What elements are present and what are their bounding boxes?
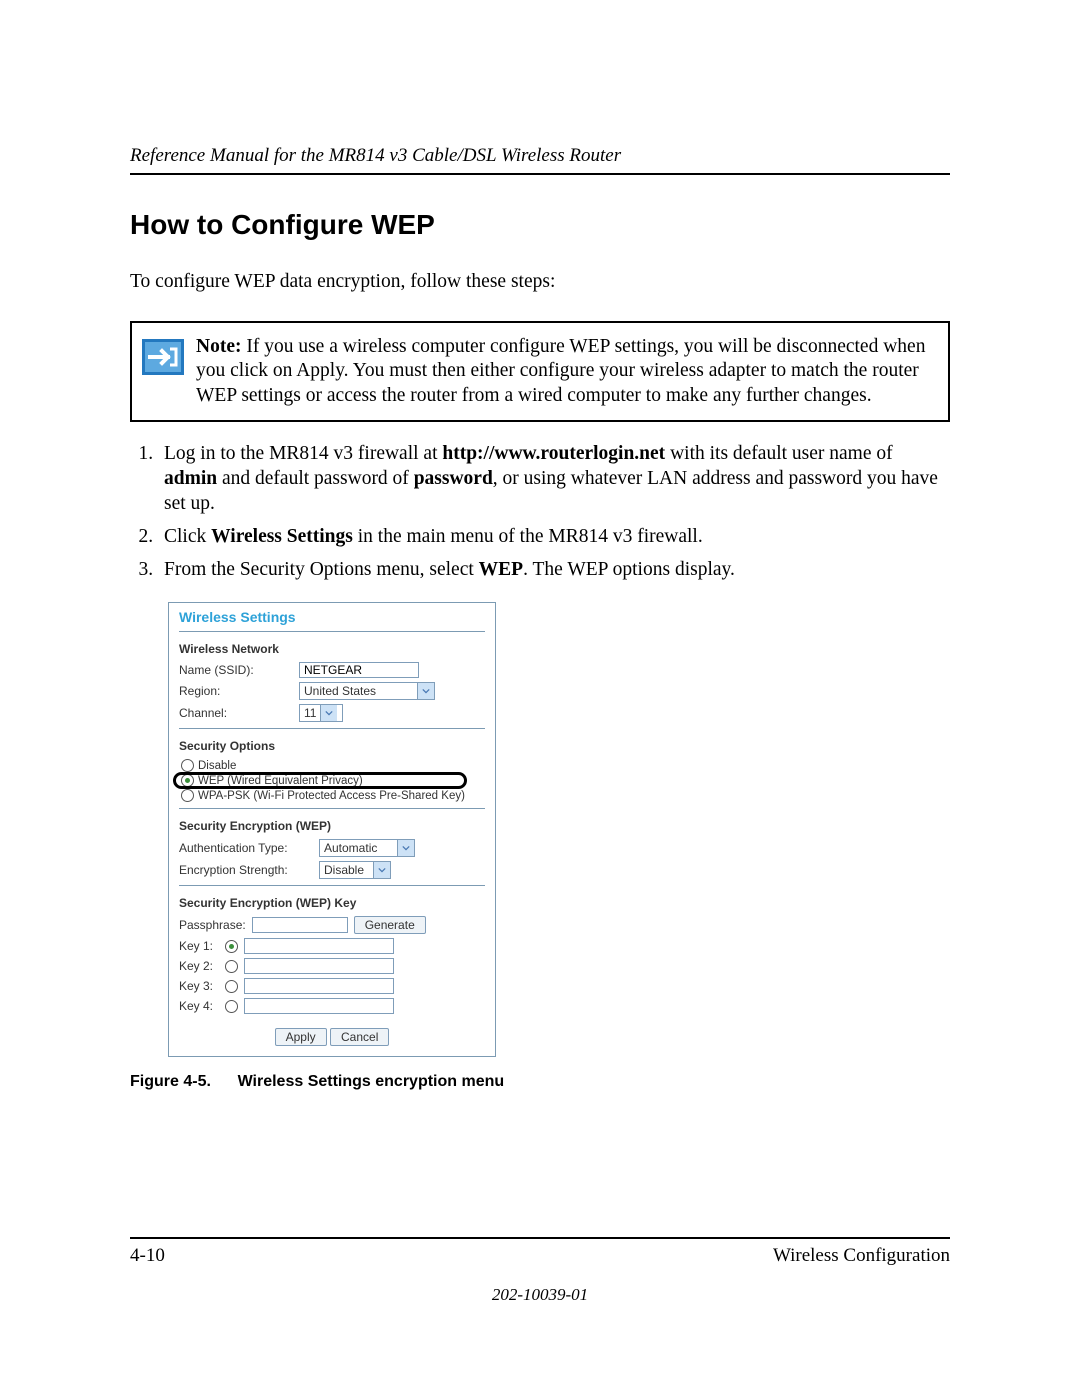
intro-text: To configure WEP data encryption, follow…: [130, 271, 950, 293]
key1-radio[interactable]: [225, 940, 238, 953]
step-1-mid2: and default password of: [217, 468, 414, 489]
key2-input[interactable]: [244, 958, 394, 974]
passphrase-input[interactable]: [252, 917, 348, 933]
divider: [179, 885, 485, 886]
page-footer: 4-10 Wireless Configuration 202-10039-01: [130, 1237, 950, 1305]
key3-label: Key 3:: [179, 979, 219, 993]
arrow-icon: [142, 339, 184, 375]
key1-input[interactable]: [244, 938, 394, 954]
region-label: Region:: [179, 684, 299, 698]
document-id: 202-10039-01: [130, 1285, 950, 1305]
ssid-input[interactable]: [299, 662, 419, 678]
figure-label: Figure 4-5.: [130, 1073, 211, 1090]
key2-label: Key 2:: [179, 959, 219, 973]
step-1-mid: with its default user name of: [665, 443, 892, 464]
chevron-down-icon: [417, 683, 434, 699]
step-1-pre: Log in to the MR814 v3 firewall at: [164, 443, 442, 464]
radio-icon: [181, 759, 194, 772]
step-3-post: . The WEP options display.: [523, 559, 735, 580]
step-1: Log in to the MR814 v3 firewall at http:…: [158, 442, 950, 517]
security-disable-label: Disable: [198, 760, 236, 772]
cancel-button[interactable]: Cancel: [330, 1028, 389, 1046]
channel-select[interactable]: 11: [299, 704, 343, 722]
region-select[interactable]: United States: [299, 682, 435, 700]
step-2: Click Wireless Settings in the main menu…: [158, 525, 950, 550]
divider: [179, 631, 485, 632]
strength-value: Disable: [320, 862, 373, 878]
auth-select[interactable]: Automatic: [319, 839, 415, 857]
key4-label: Key 4:: [179, 999, 219, 1013]
figure-caption: Figure 4-5. Wireless Settings encryption…: [130, 1073, 950, 1091]
divider: [179, 808, 485, 809]
radio-icon: [181, 789, 194, 802]
apply-button[interactable]: Apply: [275, 1028, 327, 1046]
note-body: If you use a wireless computer configure…: [196, 336, 925, 406]
security-wpa-label: WPA-PSK (Wi-Fi Protected Access Pre-Shar…: [198, 790, 465, 802]
step-3-bold: WEP: [479, 559, 523, 580]
step-2-bold: Wireless Settings: [211, 526, 353, 547]
keys-heading: Security Encryption (WEP) Key: [179, 896, 485, 910]
key3-input[interactable]: [244, 978, 394, 994]
passphrase-label: Passphrase:: [179, 918, 246, 932]
key4-radio[interactable]: [225, 1000, 238, 1013]
wireless-network-heading: Wireless Network: [179, 642, 485, 656]
section-heading: How to Configure WEP: [130, 209, 950, 241]
chevron-down-icon: [397, 840, 414, 856]
ssid-label: Name (SSID):: [179, 663, 299, 677]
security-wpa-option[interactable]: WPA-PSK (Wi-Fi Protected Access Pre-Shar…: [181, 789, 485, 802]
channel-label: Channel:: [179, 706, 299, 720]
note-text: Note: If you use a wireless computer con…: [196, 335, 934, 408]
security-wep-label: WEP (Wired Equivalent Privacy): [198, 775, 363, 787]
step-1-pass: password: [414, 468, 493, 489]
chevron-down-icon: [320, 705, 337, 721]
auth-label: Authentication Type:: [179, 841, 319, 855]
key2-radio[interactable]: [225, 960, 238, 973]
radio-icon: [181, 774, 194, 787]
chevron-down-icon: [373, 862, 390, 878]
key1-label: Key 1:: [179, 939, 219, 953]
channel-value: 11: [300, 705, 320, 721]
step-3-pre: From the Security Options menu, select: [164, 559, 479, 580]
wireless-settings-panel: Wireless Settings Wireless Network Name …: [168, 602, 496, 1057]
step-1-user: admin: [164, 468, 217, 489]
divider: [179, 728, 485, 729]
strength-label: Encryption Strength:: [179, 863, 319, 877]
step-2-post: in the main menu of the MR814 v3 firewal…: [353, 526, 703, 547]
step-3: From the Security Options menu, select W…: [158, 558, 950, 583]
step-1-url: http://www.routerlogin.net: [442, 443, 665, 464]
panel-title: Wireless Settings: [179, 609, 485, 625]
security-wep-option[interactable]: WEP (Wired Equivalent Privacy): [181, 774, 381, 787]
note-box: Note: If you use a wireless computer con…: [130, 321, 950, 422]
running-header: Reference Manual for the MR814 v3 Cable/…: [130, 145, 950, 175]
strength-select[interactable]: Disable: [319, 861, 391, 879]
auth-value: Automatic: [320, 840, 397, 856]
section-name: Wireless Configuration: [773, 1245, 950, 1267]
security-options-heading: Security Options: [179, 739, 485, 753]
key4-input[interactable]: [244, 998, 394, 1014]
encryption-heading: Security Encryption (WEP): [179, 819, 485, 833]
security-disable-option[interactable]: Disable: [181, 759, 485, 772]
region-value: United States: [300, 683, 417, 699]
generate-button[interactable]: Generate: [354, 916, 426, 934]
note-label: Note:: [196, 336, 241, 357]
key3-radio[interactable]: [225, 980, 238, 993]
step-2-pre: Click: [164, 526, 211, 547]
page-number: 4-10: [130, 1245, 165, 1267]
figure-caption-text: Wireless Settings encryption menu: [238, 1073, 505, 1090]
